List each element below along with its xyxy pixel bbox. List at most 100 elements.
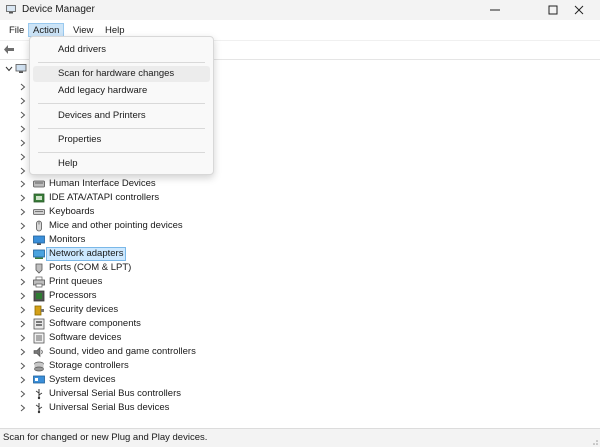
tree-node[interactable]: Software devices	[0, 331, 300, 345]
tree-node[interactable]: Mice and other pointing devices	[0, 219, 300, 233]
tree-node[interactable]: Processors	[0, 289, 300, 303]
monitor-icon	[33, 235, 45, 245]
processor-icon	[33, 290, 45, 302]
expand-chevron-icon[interactable]	[20, 334, 26, 342]
sound-icon	[33, 346, 43, 358]
tree-node-label: Processors	[49, 290, 97, 301]
menu-separator	[38, 152, 205, 153]
tree-node[interactable]: Ports (COM & LPT)	[0, 261, 300, 275]
storage-icon	[34, 361, 44, 372]
tree-node-selected[interactable]: Network adapters	[0, 247, 300, 261]
expand-chevron-icon[interactable]	[20, 139, 26, 147]
usb-icon	[35, 389, 43, 400]
computer-icon	[15, 64, 27, 73]
menu-separator	[38, 128, 205, 129]
menu-item-help[interactable]: Help	[33, 156, 210, 172]
expand-chevron-icon[interactable]	[20, 362, 26, 370]
menu-separator	[38, 62, 205, 63]
tree-node-label: Human Interface Devices	[49, 178, 156, 189]
tree-node[interactable]: Print queues	[0, 275, 300, 289]
expand-chevron-icon[interactable]	[20, 97, 26, 105]
collapse-chevron-icon[interactable]	[5, 66, 13, 72]
expand-chevron-icon[interactable]	[20, 236, 26, 244]
mouse-icon	[36, 220, 42, 232]
expand-chevron-icon[interactable]	[20, 83, 26, 91]
expand-chevron-icon[interactable]	[20, 208, 26, 216]
menu-item-devices-printers[interactable]: Devices and Printers	[33, 108, 210, 124]
network-adapter-icon	[33, 249, 45, 259]
window-title: Device Manager	[22, 4, 95, 15]
tree-node-label: Keyboards	[49, 206, 95, 217]
menu-item-scan-hardware[interactable]: Scan for hardware changes	[33, 66, 210, 82]
tree-node[interactable]: IDE ATA/ATAPI controllers	[0, 191, 300, 205]
usb-icon	[35, 403, 43, 414]
menu-file[interactable]: File	[4, 23, 29, 37]
tree-node[interactable]: Storage controllers	[0, 359, 300, 373]
expand-chevron-icon[interactable]	[20, 167, 26, 175]
tree-node-label: Mice and other pointing devices	[49, 220, 183, 231]
tree-node[interactable]: Monitors	[0, 233, 300, 247]
resize-grip-icon[interactable]	[590, 437, 598, 445]
close-button[interactable]	[558, 0, 600, 20]
maximize-icon	[548, 5, 558, 15]
tree-node-label: Ports (COM & LPT)	[49, 262, 132, 273]
tree-node[interactable]: Sound, video and game controllers	[0, 345, 300, 359]
tree-node[interactable]: Keyboards	[0, 205, 300, 219]
expand-chevron-icon[interactable]	[20, 250, 26, 258]
menu-help[interactable]: Help	[100, 23, 130, 37]
tree-node-label: Print queues	[49, 276, 103, 287]
tree-node[interactable]: System devices	[0, 373, 300, 387]
expand-chevron-icon[interactable]	[20, 264, 26, 272]
tree-node-label: Sound, video and game controllers	[49, 346, 196, 357]
system-device-icon	[33, 375, 45, 384]
expand-chevron-icon[interactable]	[20, 348, 26, 356]
menu-item-add-drivers[interactable]: Add drivers	[33, 42, 210, 58]
close-icon	[574, 5, 584, 15]
expand-chevron-icon[interactable]	[20, 404, 26, 412]
expand-chevron-icon[interactable]	[20, 111, 26, 119]
device-manager-icon	[6, 5, 16, 14]
tree-node-label: Software devices	[49, 332, 122, 343]
expand-chevron-icon[interactable]	[20, 278, 26, 286]
tree-node[interactable]: Universal Serial Bus controllers	[0, 387, 300, 401]
title-bar: Device Manager	[0, 0, 600, 20]
software-component-icon	[33, 318, 45, 330]
tree-node[interactable]: Software components	[0, 317, 300, 331]
expand-chevron-icon[interactable]	[20, 194, 26, 202]
hid-icon	[33, 180, 45, 188]
menu-item-add-legacy-hardware[interactable]: Add legacy hardware	[33, 83, 210, 99]
action-menu: Add drivers Scan for hardware changes Ad…	[29, 36, 214, 175]
ide-controller-icon	[33, 193, 45, 203]
tree-node-label: Network adapters	[45, 247, 127, 261]
menu-action[interactable]: Action	[28, 23, 65, 37]
keyboard-icon	[33, 209, 45, 215]
back-arrow-icon[interactable]	[3, 44, 15, 55]
tree-node-label: Storage controllers	[49, 360, 129, 371]
menu-item-properties[interactable]: Properties	[33, 132, 210, 148]
status-text: Scan for changed or new Plug and Play de…	[3, 432, 208, 443]
expand-chevron-icon[interactable]	[20, 153, 26, 161]
tree-node[interactable]: Human Interface Devices	[0, 177, 300, 191]
tree-node[interactable]: Security devices	[0, 303, 300, 317]
expand-chevron-icon[interactable]	[20, 306, 26, 314]
expand-chevron-icon[interactable]	[20, 292, 26, 300]
expand-chevron-icon[interactable]	[20, 222, 26, 230]
expand-chevron-icon[interactable]	[20, 125, 26, 133]
tree-node[interactable]: Universal Serial Bus devices	[0, 401, 300, 415]
software-device-icon	[33, 332, 45, 344]
expand-chevron-icon[interactable]	[20, 320, 26, 328]
tree-node-label: Universal Serial Bus controllers	[49, 388, 181, 399]
tree-node-label: System devices	[49, 374, 116, 385]
expand-chevron-icon[interactable]	[20, 180, 26, 188]
expand-chevron-icon[interactable]	[20, 376, 26, 384]
menu-separator	[38, 103, 205, 104]
tree-node-label: Monitors	[49, 234, 86, 245]
tree-node-label: Software components	[49, 318, 141, 329]
security-icon	[34, 305, 44, 316]
tree-node-label: Universal Serial Bus devices	[49, 402, 170, 413]
expand-chevron-icon[interactable]	[20, 390, 26, 398]
minimize-icon	[490, 9, 500, 11]
menu-view[interactable]: View	[68, 23, 98, 37]
minimize-button[interactable]	[474, 0, 516, 20]
tree-node-label: IDE ATA/ATAPI controllers	[49, 192, 160, 203]
